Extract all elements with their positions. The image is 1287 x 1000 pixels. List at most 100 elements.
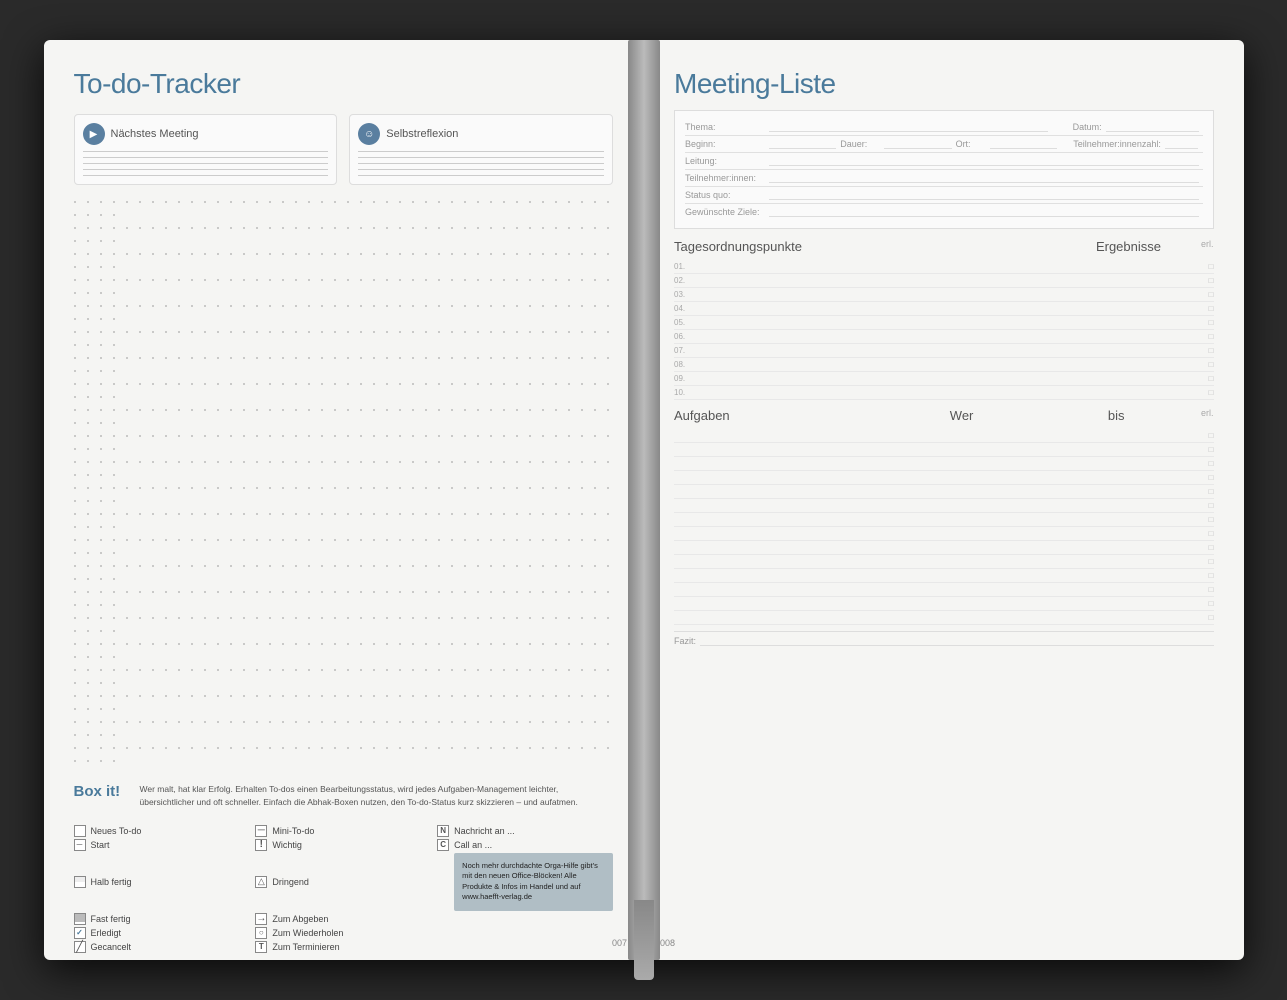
dot	[594, 669, 596, 671]
task-bis-field	[1064, 585, 1194, 594]
dot	[139, 305, 141, 307]
task-main-field	[674, 459, 934, 468]
dot	[594, 565, 596, 567]
dot	[321, 539, 323, 541]
dot	[347, 747, 349, 749]
dot	[230, 383, 232, 385]
dot	[74, 409, 76, 411]
dot	[568, 435, 570, 437]
dot	[87, 682, 89, 684]
dot	[399, 201, 401, 203]
dot	[607, 487, 609, 489]
dot	[503, 201, 505, 203]
dot	[217, 331, 219, 333]
dot	[178, 721, 180, 723]
dot	[373, 305, 375, 307]
task-wer-field	[934, 515, 1064, 524]
dot	[451, 669, 453, 671]
dot	[113, 591, 115, 593]
dot	[308, 409, 310, 411]
dot	[243, 721, 245, 723]
dot	[100, 422, 102, 424]
dot	[230, 201, 232, 203]
dot	[74, 526, 76, 528]
dot	[386, 643, 388, 645]
dot	[477, 461, 479, 463]
right-title: Meeting-Liste	[674, 68, 1214, 100]
dot	[347, 695, 349, 697]
dot	[282, 695, 284, 697]
dot	[360, 305, 362, 307]
dot	[256, 409, 258, 411]
dot	[126, 565, 128, 567]
dot	[126, 461, 128, 463]
dot	[412, 227, 414, 229]
dot	[282, 383, 284, 385]
dot	[503, 721, 505, 723]
dot	[217, 201, 219, 203]
dot	[464, 357, 466, 359]
dot	[373, 747, 375, 749]
dot	[412, 409, 414, 411]
agenda-row: 07.□	[674, 344, 1214, 358]
dot	[555, 279, 557, 281]
dot	[178, 253, 180, 255]
task-row: □	[674, 555, 1214, 569]
dot	[178, 201, 180, 203]
dot	[308, 331, 310, 333]
ziele-field	[769, 207, 1199, 217]
dot	[100, 552, 102, 554]
dot	[100, 643, 102, 645]
dot	[74, 630, 76, 632]
form-row-thema: Thema: Datum:	[685, 119, 1203, 136]
dot	[516, 695, 518, 697]
dot	[243, 357, 245, 359]
dot	[87, 539, 89, 541]
dot	[386, 435, 388, 437]
dot	[113, 552, 115, 554]
dot	[568, 617, 570, 619]
dot	[347, 617, 349, 619]
task-bis-field	[1064, 613, 1194, 622]
dot	[490, 513, 492, 515]
tasks-section: Aufgaben Wer bis erl. □ □ □ □	[674, 408, 1214, 625]
dot	[542, 435, 544, 437]
task-row: □	[674, 541, 1214, 555]
dot	[555, 747, 557, 749]
dot	[165, 357, 167, 359]
dot	[451, 513, 453, 515]
dot	[100, 747, 102, 749]
dot	[100, 695, 102, 697]
legend-item: Halb fertig	[74, 853, 250, 911]
agenda-num: 09.	[674, 374, 696, 383]
legend-item: Noch mehr durchdachte Orga-Hilfe gibt's …	[437, 853, 613, 911]
agenda-section-header: Tagesordnungspunkte Ergebnisse erl.	[674, 239, 1214, 256]
dot	[321, 747, 323, 749]
dot	[152, 331, 154, 333]
dot	[256, 383, 258, 385]
dot	[204, 591, 206, 593]
dot	[282, 409, 284, 411]
agenda-row: 05.□	[674, 316, 1214, 330]
legend-item: ─ Mini-To-do	[255, 825, 431, 837]
dot	[126, 201, 128, 203]
dot	[516, 591, 518, 593]
dot	[516, 721, 518, 723]
dot	[152, 513, 154, 515]
dot	[477, 383, 479, 385]
dot	[360, 383, 362, 385]
agenda-erl: □	[1194, 332, 1214, 341]
dot	[581, 565, 583, 567]
dot	[425, 565, 427, 567]
dot	[165, 643, 167, 645]
dot	[438, 461, 440, 463]
agenda-row: 09.□	[674, 372, 1214, 386]
dot	[542, 513, 544, 515]
dot	[230, 695, 232, 697]
legend-label: Mini-To-do	[272, 826, 314, 836]
dot	[139, 227, 141, 229]
dot	[568, 253, 570, 255]
dot	[139, 669, 141, 671]
dot	[74, 565, 76, 567]
dot	[425, 331, 427, 333]
